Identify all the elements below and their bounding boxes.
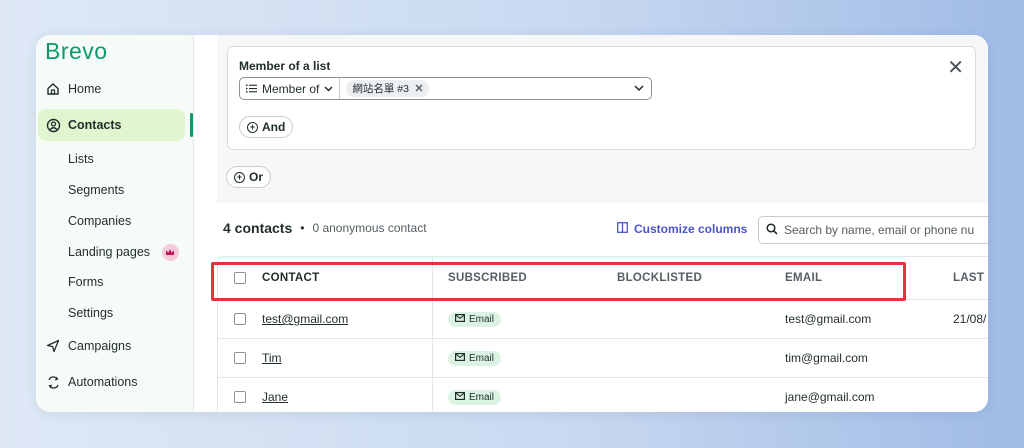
- list-membership-select[interactable]: Member of 網站名單 #3: [239, 77, 652, 100]
- subscribed-badge: Email: [448, 311, 502, 327]
- sidebar: Brevo Home Contacts Lists Segments Compa…: [36, 35, 194, 412]
- badge-label: Email: [469, 391, 495, 403]
- contact-link[interactable]: Jane: [262, 378, 288, 412]
- add-circle-icon: +: [247, 121, 258, 133]
- column-header-blocklisted[interactable]: BLOCKLISTED: [617, 257, 702, 299]
- sidebar-item-label: Automations: [68, 375, 138, 389]
- contacts-count: 4 contacts: [223, 220, 293, 236]
- send-icon: [38, 339, 68, 353]
- customize-label: Customize columns: [634, 222, 748, 236]
- contact-link[interactable]: Tim: [262, 339, 282, 377]
- sidebar-item-campaigns[interactable]: Campaigns: [38, 330, 185, 362]
- badge-label: Email: [469, 352, 495, 364]
- anonymous-count: 0 anonymous contact: [312, 221, 427, 235]
- sidebar-subitem-lists[interactable]: Lists: [68, 152, 94, 166]
- last-cell: 21/08/: [953, 312, 987, 326]
- sidebar-item-automations[interactable]: Automations: [38, 366, 185, 398]
- mail-icon: [455, 352, 466, 364]
- table-row[interactable]: Tim Email tim@gmail.com: [218, 339, 988, 378]
- columns-icon: [617, 222, 628, 236]
- contacts-icon: [38, 118, 68, 133]
- chip-label: 網站名單 #3: [352, 83, 409, 95]
- sidebar-item-home[interactable]: Home: [38, 73, 185, 105]
- row-checkbox[interactable]: [234, 352, 246, 364]
- search-placeholder: Search by name, email or phone nu: [784, 223, 975, 237]
- filter-card: Member of a list ✕ Member of 網站名單 #3 + A…: [227, 46, 976, 150]
- column-header-contact[interactable]: CONTACT: [262, 257, 319, 299]
- list-icon: [246, 82, 257, 96]
- brand-logo[interactable]: Brevo: [45, 38, 108, 65]
- subscribed-badge: Email: [448, 389, 502, 405]
- search-input[interactable]: Search by name, email or phone nu: [758, 216, 988, 244]
- subscribed-badge: Email: [448, 350, 502, 366]
- sidebar-subitem-settings[interactable]: Settings: [68, 306, 113, 320]
- sidebar-subitem-companies[interactable]: Companies: [68, 214, 131, 228]
- automation-icon: [38, 375, 68, 390]
- mail-icon: [455, 313, 466, 325]
- operator-label: Member of: [262, 81, 320, 96]
- app-window: Brevo Home Contacts Lists Segments Compa…: [36, 35, 988, 412]
- add-circle-icon: +: [234, 171, 245, 183]
- and-button[interactable]: + And: [239, 116, 294, 138]
- sidebar-item-label: Campaigns: [68, 339, 132, 353]
- row-checkbox[interactable]: [234, 313, 246, 325]
- chevron-down-icon[interactable]: [634, 83, 644, 94]
- table-header: CONTACT SUBSCRIBED BLOCKLISTED EMAIL LAS…: [218, 257, 988, 300]
- sidebar-subitem-segments[interactable]: Segments: [68, 183, 124, 197]
- sidebar-subitem-landing-pages[interactable]: Landing pages: [68, 244, 179, 261]
- selected-list-chip: 網站名單 #3: [346, 80, 429, 97]
- customize-columns-button[interactable]: Customize columns: [617, 222, 747, 236]
- column-header-email[interactable]: EMAIL: [785, 257, 822, 299]
- contacts-table: CONTACT SUBSCRIBED BLOCKLISTED EMAIL LAS…: [217, 256, 988, 412]
- close-icon[interactable]: ✕: [947, 55, 964, 80]
- remove-chip-icon[interactable]: [415, 83, 423, 95]
- sidebar-item-label: Contacts: [68, 118, 122, 132]
- main-content: Member of a list ✕ Member of 網站名單 #3 + A…: [195, 35, 988, 412]
- contacts-summary: 4 contacts • 0 anonymous contact: [223, 220, 427, 236]
- home-icon: [38, 82, 68, 96]
- filter-panel: Member of a list ✕ Member of 網站名單 #3 + A…: [217, 35, 988, 203]
- sidebar-subitem-forms[interactable]: Forms: [68, 275, 103, 289]
- table-row[interactable]: Jane Email jane@gmail.com: [218, 378, 988, 412]
- select-all-checkbox[interactable]: [234, 272, 246, 284]
- mail-icon: [455, 391, 466, 403]
- operator-select[interactable]: Member of: [240, 78, 341, 99]
- sidebar-item-label: Home: [68, 82, 102, 96]
- sidebar-item-label: Landing pages: [68, 244, 151, 259]
- filter-title: Member of a list: [239, 59, 331, 73]
- or-label: Or: [249, 170, 264, 184]
- email-cell: tim@gmail.com: [785, 351, 868, 365]
- row-checkbox[interactable]: [234, 391, 246, 403]
- active-indicator: [190, 113, 193, 137]
- and-label: And: [262, 120, 286, 134]
- separator: •: [300, 221, 305, 235]
- email-cell: jane@gmail.com: [785, 390, 875, 404]
- search-icon: [766, 222, 778, 238]
- column-header-last[interactable]: LAST C: [953, 257, 988, 299]
- table-row[interactable]: test@gmail.com Email test@gmail.com 21/0…: [218, 300, 988, 339]
- sidebar-item-contacts[interactable]: Contacts: [38, 109, 185, 141]
- crown-icon: [161, 244, 179, 261]
- or-button[interactable]: + Or: [226, 166, 272, 188]
- column-header-subscribed[interactable]: SUBSCRIBED: [448, 257, 527, 299]
- email-cell: test@gmail.com: [785, 312, 872, 326]
- badge-label: Email: [469, 313, 495, 325]
- chevron-down-icon: [324, 84, 333, 94]
- contact-link[interactable]: test@gmail.com: [262, 300, 348, 338]
